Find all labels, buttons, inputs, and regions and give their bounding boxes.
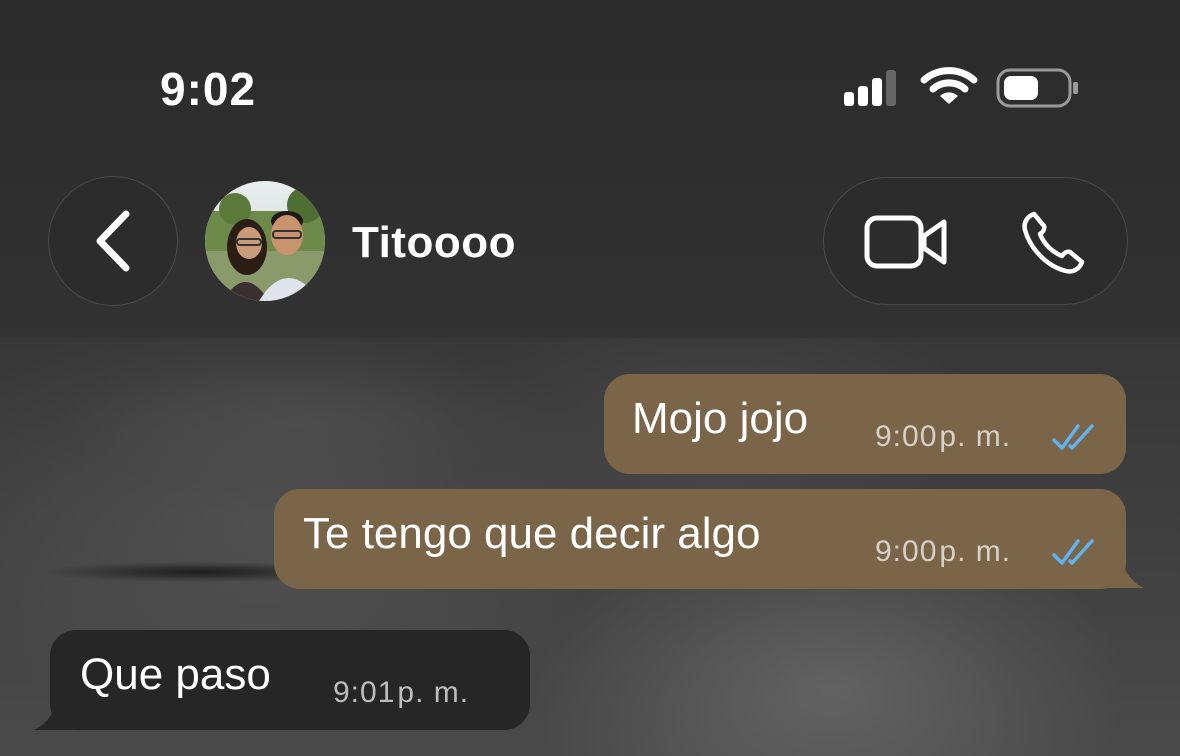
read-receipt-icon [1052,539,1094,565]
status-time: 9:02 [160,63,257,115]
message-time: 9:01p. m. [333,676,470,709]
message-text: Mojo jojo [632,394,809,443]
wifi-icon [920,67,978,104]
contact-name[interactable]: Titoooo [352,218,516,268]
message-time: 9:00p. m. [875,535,1012,568]
chat-screen: 9:02 Titoooo Mojo jojo 9:00p. m. Te teng… [0,0,1180,756]
video-call-button[interactable] [864,212,948,272]
voice-call-button[interactable] [1020,210,1086,276]
chat-header: 9:02 Titoooo [0,0,1180,338]
chevron-left-icon [96,210,130,272]
message-text: Te tengo que decir algo [303,509,761,558]
video-camera-icon [864,215,947,269]
message-bubble-incoming[interactable]: Que paso 9:01p. m. [50,630,530,730]
contact-avatar[interactable] [205,181,325,301]
message-time: 9:00p. m. [875,420,1012,453]
message-bubble-outgoing[interactable]: Te tengo que decir algo 9:00p. m. [274,489,1126,589]
message-text: Que paso [80,650,271,699]
call-actions [823,177,1128,305]
message-bubble-outgoing[interactable]: Mojo jojo 9:00p. m. [604,374,1126,474]
cellular-signal-icon [844,70,904,106]
read-receipt-icon [1052,424,1094,450]
phone-icon [1022,211,1085,274]
battery-icon [996,68,1078,108]
back-button[interactable] [48,176,178,306]
